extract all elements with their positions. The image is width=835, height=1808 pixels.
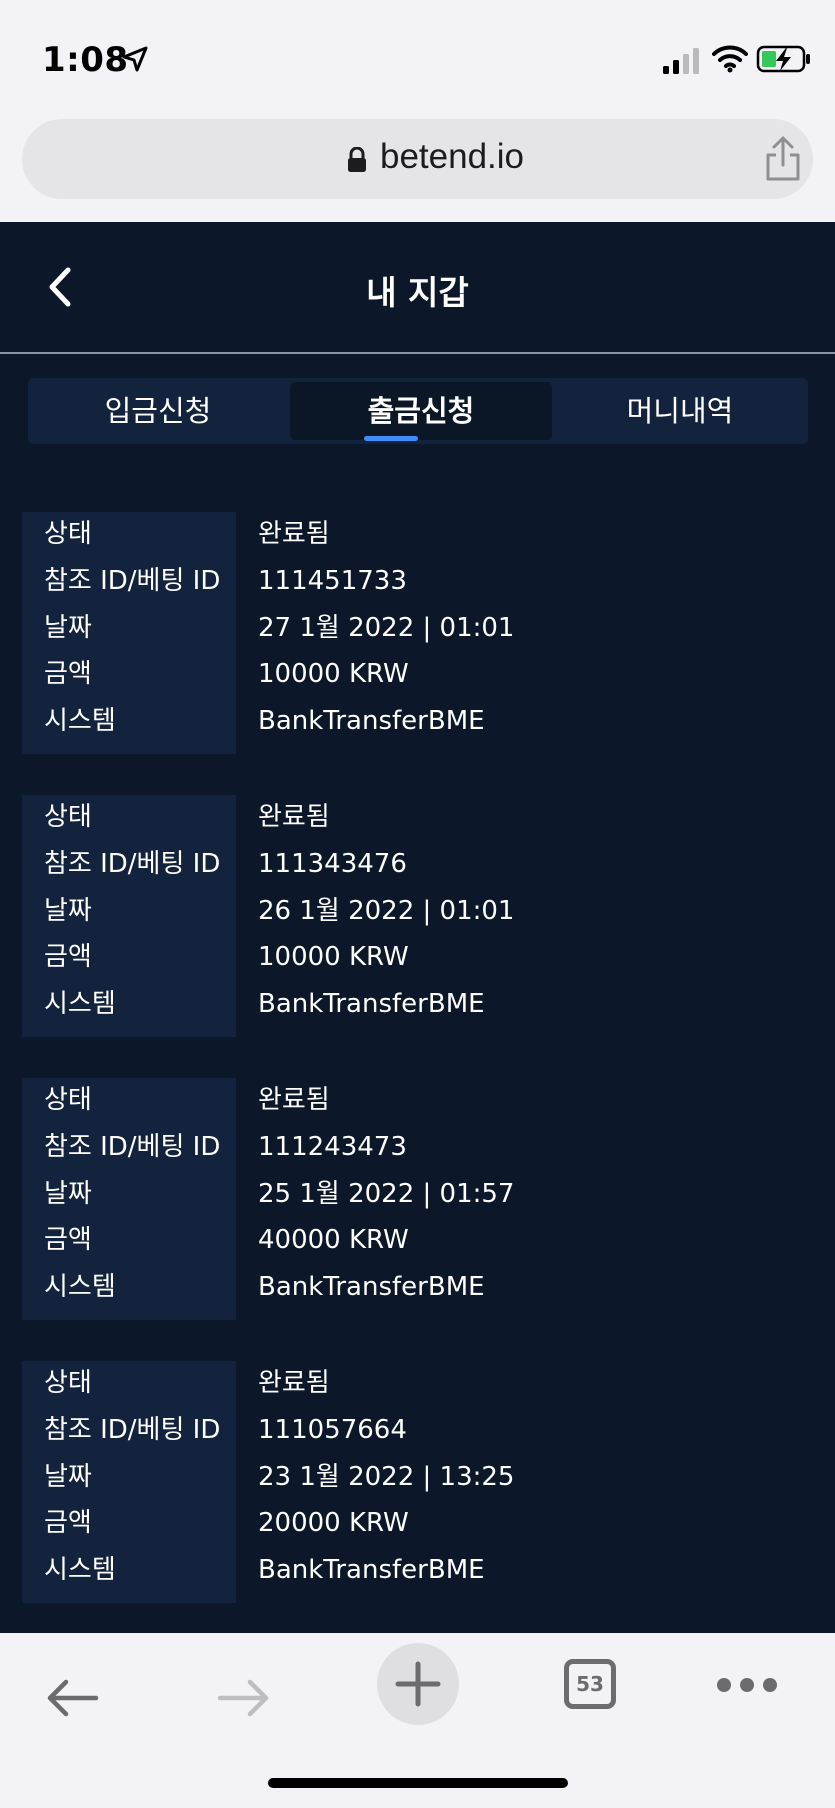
ref-id-label: 참조 ID/베팅 ID bbox=[44, 566, 221, 596]
browser-toolbar: 53 bbox=[0, 1633, 835, 1808]
tab-money-history[interactable]: 머니내역 bbox=[552, 378, 808, 444]
status-label: 상태 bbox=[44, 802, 92, 832]
battery-charging-icon bbox=[756, 45, 810, 73]
system-label: 시스템 bbox=[44, 989, 116, 1019]
system-value: BankTransferBME bbox=[258, 989, 485, 1019]
record-row-ref-id: 참조 ID/베팅 ID 111451733 bbox=[22, 561, 812, 601]
tab-withdraw-request[interactable]: 출금신청 bbox=[290, 382, 552, 440]
record-row-system: 시스템 BankTransferBME bbox=[22, 984, 812, 1024]
tab-deposit-request[interactable]: 입금신청 bbox=[28, 378, 288, 444]
system-label: 시스템 bbox=[44, 1272, 116, 1302]
status-value: 완료됨 bbox=[258, 802, 330, 832]
record-row-status: 상태 완료됨 bbox=[22, 797, 812, 837]
date-label: 날짜 bbox=[44, 613, 92, 643]
active-tab-indicator bbox=[364, 436, 418, 441]
system-label: 시스템 bbox=[44, 1555, 116, 1585]
wallet-tabs: 입금신청 출금신청 머니내역 bbox=[28, 378, 808, 444]
forward-arrow-icon[interactable] bbox=[214, 1673, 274, 1723]
status-value: 완료됨 bbox=[258, 1368, 330, 1398]
amount-label: 금액 bbox=[44, 942, 92, 972]
status-label: 상태 bbox=[44, 1368, 92, 1398]
withdrawal-record: 상태 완료됨 참조 ID/베팅 ID 111057664 날짜 23 1월 2022 … bbox=[22, 1361, 812, 1603]
date-label: 날짜 bbox=[44, 896, 92, 926]
page-title: 내 지갑 bbox=[366, 273, 469, 312]
date-value: 26 1월 2022 | 01:01 bbox=[258, 896, 515, 926]
url-field[interactable]: betend.io bbox=[22, 119, 813, 199]
system-value: BankTransferBME bbox=[258, 1555, 485, 1585]
record-row-system: 시스템 BankTransferBME bbox=[22, 1267, 812, 1307]
plus-icon bbox=[395, 1661, 441, 1707]
back-arrow-icon[interactable] bbox=[42, 1673, 102, 1723]
status-bar: 1:08 bbox=[0, 0, 835, 115]
lock-icon bbox=[348, 147, 366, 172]
amount-label: 금액 bbox=[44, 1225, 92, 1255]
system-label: 시스템 bbox=[44, 706, 116, 736]
record-row-date: 날짜 26 1월 2022 | 01:01 bbox=[22, 891, 812, 931]
status-time: 1:08 bbox=[42, 40, 129, 80]
amount-value: 10000 KRW bbox=[258, 942, 409, 972]
browser-address-bar: betend.io bbox=[0, 115, 835, 222]
amount-value: 20000 KRW bbox=[258, 1508, 409, 1538]
withdrawal-record: 상태 완료됨 참조 ID/베팅 ID 111243473 날짜 25 1월 2022 … bbox=[22, 1078, 812, 1320]
tab-count-button[interactable]: 53 bbox=[564, 1659, 616, 1709]
status-value: 완료됨 bbox=[258, 519, 330, 549]
record-row-system: 시스템 BankTransferBME bbox=[22, 701, 812, 741]
withdrawal-list: 상태 완료됨 참조 ID/베팅 ID 111451733 날짜 27 1월 2022 … bbox=[22, 512, 812, 1644]
date-value: 27 1월 2022 | 01:01 bbox=[258, 613, 515, 643]
wifi-icon bbox=[712, 45, 748, 73]
ref-id-label: 참조 ID/베팅 ID bbox=[44, 849, 221, 879]
date-label: 날짜 bbox=[44, 1179, 92, 1209]
ref-id-value: 111343476 bbox=[258, 849, 407, 879]
ref-id-value: 111057664 bbox=[258, 1415, 407, 1445]
share-icon[interactable] bbox=[762, 135, 804, 183]
date-value: 23 1월 2022 | 13:25 bbox=[258, 1462, 515, 1492]
ref-id-label: 참조 ID/베팅 ID bbox=[44, 1132, 221, 1162]
record-row-amount: 금액 10000 KRW bbox=[22, 937, 812, 977]
record-row-amount: 금액 40000 KRW bbox=[22, 1220, 812, 1260]
record-row-status: 상태 완료됨 bbox=[22, 1363, 812, 1403]
amount-label: 금액 bbox=[44, 659, 92, 689]
record-row-system: 시스템 BankTransferBME bbox=[22, 1550, 812, 1590]
ref-id-value: 111243473 bbox=[258, 1132, 407, 1162]
record-row-date: 날짜 25 1월 2022 | 01:57 bbox=[22, 1174, 812, 1214]
amount-label: 금액 bbox=[44, 1508, 92, 1538]
withdrawal-record: 상태 완료됨 참조 ID/베팅 ID 111343476 날짜 26 1월 2022 … bbox=[22, 795, 812, 1037]
record-row-amount: 금액 10000 KRW bbox=[22, 654, 812, 694]
status-value: 완료됨 bbox=[258, 1085, 330, 1115]
system-value: BankTransferBME bbox=[258, 1272, 485, 1302]
new-tab-button[interactable] bbox=[377, 1643, 459, 1725]
ref-id-label: 참조 ID/베팅 ID bbox=[44, 1415, 221, 1445]
status-label: 상태 bbox=[44, 519, 92, 549]
record-row-ref-id: 참조 ID/베팅 ID 111343476 bbox=[22, 844, 812, 884]
app-header: 내 지갑 bbox=[0, 222, 835, 354]
record-row-ref-id: 참조 ID/베팅 ID 111243473 bbox=[22, 1127, 812, 1167]
more-options-icon[interactable] bbox=[716, 1677, 778, 1693]
record-row-date: 날짜 27 1월 2022 | 01:01 bbox=[22, 608, 812, 648]
record-row-date: 날짜 23 1월 2022 | 13:25 bbox=[22, 1457, 812, 1497]
location-arrow-icon bbox=[122, 46, 148, 72]
record-row-amount: 금액 20000 KRW bbox=[22, 1503, 812, 1543]
record-row-ref-id: 참조 ID/베팅 ID 111057664 bbox=[22, 1410, 812, 1450]
date-label: 날짜 bbox=[44, 1462, 92, 1492]
ref-id-value: 111451733 bbox=[258, 566, 407, 596]
url-text: betend.io bbox=[380, 137, 525, 176]
record-row-status: 상태 완료됨 bbox=[22, 1080, 812, 1120]
home-indicator bbox=[268, 1778, 568, 1788]
amount-value: 40000 KRW bbox=[258, 1225, 409, 1255]
system-value: BankTransferBME bbox=[258, 706, 485, 736]
withdrawal-record: 상태 완료됨 참조 ID/베팅 ID 111451733 날짜 27 1월 2022 … bbox=[22, 512, 812, 754]
cellular-signal-icon bbox=[663, 48, 699, 74]
record-row-status: 상태 완료됨 bbox=[22, 514, 812, 554]
date-value: 25 1월 2022 | 01:57 bbox=[258, 1179, 515, 1209]
status-label: 상태 bbox=[44, 1085, 92, 1115]
amount-value: 10000 KRW bbox=[258, 659, 409, 689]
